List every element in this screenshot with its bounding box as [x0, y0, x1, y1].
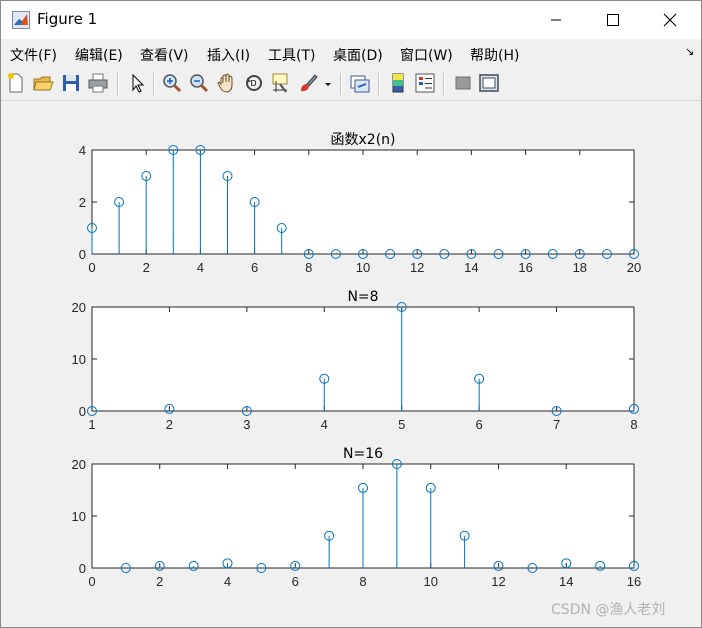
axes-title: N=8 [347, 289, 378, 305]
x-tick-label: 0 [88, 260, 95, 275]
y-tick-label: 0 [79, 404, 86, 419]
x-tick-label: 0 [88, 574, 95, 589]
y-tick-label: 2 [79, 195, 86, 210]
x-tick-label: 6 [251, 260, 258, 275]
x-tick-label: 2 [166, 417, 173, 432]
y-tick-label: 0 [79, 561, 86, 576]
y-tick-label: 20 [72, 457, 86, 472]
y-tick-label: 10 [72, 509, 86, 524]
x-tick-label: 14 [464, 260, 478, 275]
x-tick-label: 10 [356, 260, 370, 275]
x-tick-label: 2 [143, 260, 150, 275]
x-tick-label: 2 [156, 574, 163, 589]
x-tick-label: 4 [321, 417, 328, 432]
x-tick-label: 16 [627, 574, 641, 589]
axes-title: N=16 [343, 446, 383, 462]
x-tick-label: 20 [627, 260, 641, 275]
axes-title: 函数x2(n) [331, 132, 396, 148]
axes-x2n: 函数x2(n) 0 2 4 6 8 10 12 14 16 18 20 0 2 4 [79, 132, 641, 275]
x-tick-label: 7 [553, 417, 560, 432]
x-tick-label: 12 [410, 260, 424, 275]
x-tick-label: 12 [491, 574, 505, 589]
x-tick-label: 14 [559, 574, 573, 589]
y-tick-label: 0 [79, 247, 86, 262]
y-tick-label: 4 [79, 143, 86, 158]
x-tick-label: 8 [305, 260, 312, 275]
x-tick-label: 5 [398, 417, 405, 432]
x-tick-label: 6 [476, 417, 483, 432]
x-tick-label: 8 [630, 417, 637, 432]
x-tick-label: 18 [573, 260, 587, 275]
plot-area [91, 306, 635, 412]
figure-canvas: 函数x2(n)0 2 4 6 8 10 12 14 16 18 20024 N=81 2 3 4 5 6 7 80… [72, 132, 642, 589]
y-tick-label: 10 [72, 352, 86, 367]
x-tick-label: 6 [292, 574, 299, 589]
x-tick-label: 1 [88, 417, 95, 432]
x-tick-label: 10 [424, 574, 438, 589]
x-tick-label: 4 [197, 260, 204, 275]
axes-n16: N=16 0 2 4 6 8 10 12 14 16 0 10 20 [72, 446, 642, 589]
x-tick-label: 3 [243, 417, 250, 432]
x-tick-label: 16 [518, 260, 532, 275]
x-tick-label: 4 [224, 574, 231, 589]
x-tick-label: 8 [359, 574, 366, 589]
y-tick-label: 20 [72, 300, 86, 315]
watermark: CSDN @渔人老刘 [551, 602, 666, 618]
axes-n8: N=8 1 2 3 4 5 6 7 8 0 10 20 [72, 289, 639, 432]
